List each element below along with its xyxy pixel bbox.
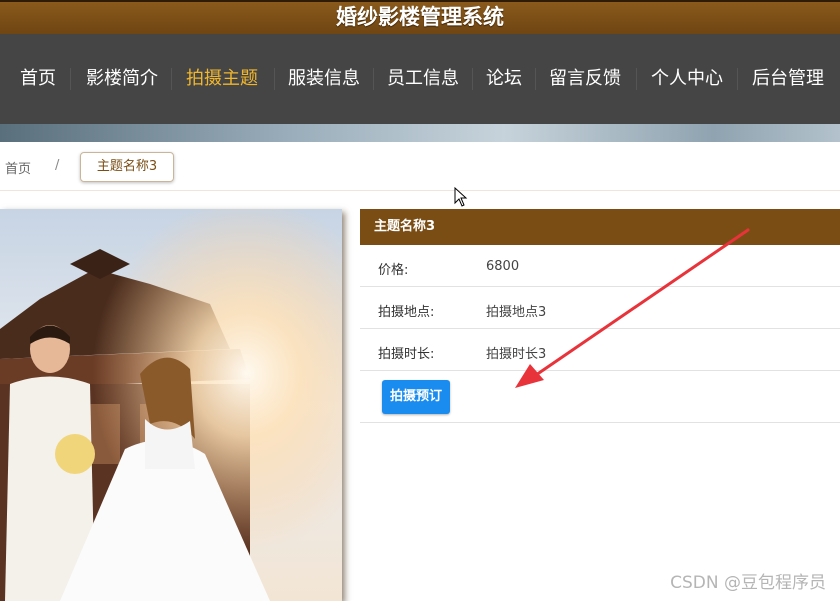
nav-divider: [373, 68, 374, 90]
detail-value: 拍摄时长3: [486, 347, 547, 362]
detail-label: 拍摄时长:: [378, 347, 435, 362]
detail-row-duration: 拍摄时长: 拍摄时长3: [360, 329, 840, 371]
nav-divider: [472, 68, 473, 90]
detail-row-price: 价格: 6800: [360, 245, 840, 287]
breadcrumb: 首页 / 主题名称3: [0, 142, 840, 191]
nav-item-feedback[interactable]: 留言反馈: [549, 64, 621, 94]
nav-item-costumes[interactable]: 服装信息: [288, 64, 360, 94]
nav-item-staff[interactable]: 员工信息: [387, 64, 459, 94]
detail-value: 拍摄地点3: [486, 305, 547, 320]
nav-item-admin[interactable]: 后台管理: [752, 64, 824, 94]
breadcrumb-current: 主题名称3: [80, 152, 174, 182]
book-shoot-button[interactable]: 拍摄预订: [382, 380, 450, 414]
nav-divider: [535, 68, 536, 90]
detail-value: 6800: [486, 259, 520, 274]
detail-label: 拍摄地点:: [378, 305, 435, 320]
nav-divider: [636, 68, 637, 90]
banner-image: [0, 124, 840, 142]
theme-photo: [0, 209, 342, 601]
breadcrumb-separator: /: [55, 158, 60, 173]
nav-divider: [737, 68, 738, 90]
detail-actions: 拍摄预订: [360, 371, 840, 423]
nav-item-user-center[interactable]: 个人中心: [651, 64, 723, 94]
breadcrumb-home-link[interactable]: 首页: [5, 158, 31, 177]
nav-item-shoot-themes[interactable]: 拍摄主题: [186, 64, 258, 94]
nav-divider: [70, 68, 71, 90]
app-header: 婚纱影楼管理系统: [0, 0, 840, 34]
nav-item-forum[interactable]: 论坛: [486, 64, 522, 94]
detail-label: 价格:: [378, 263, 409, 278]
detail-row-location: 拍摄地点: 拍摄地点3: [360, 287, 840, 329]
nav-divider: [274, 68, 275, 90]
theme-detail-panel: 主题名称3 价格: 6800 拍摄地点: 拍摄地点3 拍摄时长: 拍摄时长3 拍…: [360, 209, 840, 423]
nav-item-studio-intro[interactable]: 影楼简介: [86, 64, 158, 94]
nav-item-home[interactable]: 首页: [20, 64, 56, 94]
app-title: 婚纱影楼管理系统: [336, 5, 504, 29]
watermark: CSDN @豆包程序员: [670, 573, 826, 593]
theme-title: 主题名称3: [360, 209, 840, 245]
wedding-couple-photo: [0, 209, 342, 601]
main-nav: 首页 影楼简介 拍摄主题 服装信息 员工信息 论坛 留言反馈 个人中心 后台管理: [0, 34, 840, 124]
nav-divider: [171, 68, 172, 90]
